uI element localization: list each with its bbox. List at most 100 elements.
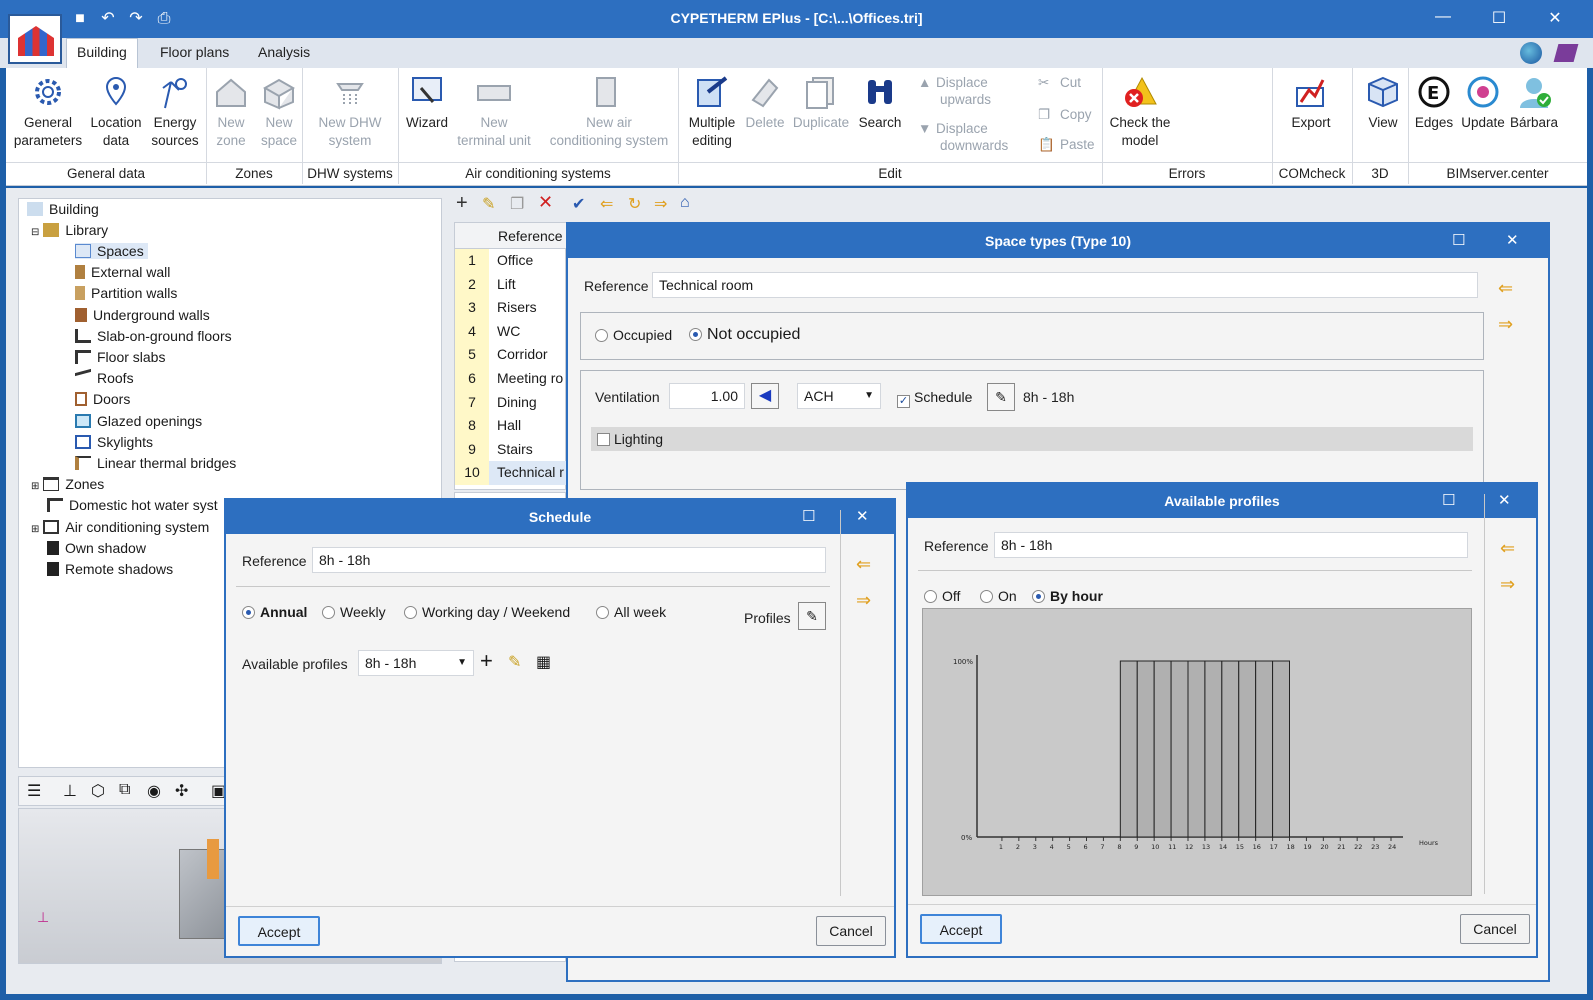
schedule-reference-input[interactable]: 8h - 18h xyxy=(312,547,826,573)
tab-floor-plans[interactable]: Floor plans xyxy=(160,44,229,60)
pin-icon[interactable]: ✔ xyxy=(572,194,585,214)
delete-button[interactable]: Delete xyxy=(740,70,790,132)
view-3d-button[interactable]: View xyxy=(1358,70,1408,132)
tree-library[interactable]: ⊟ Library xyxy=(31,222,108,238)
new-space-button[interactable]: New space xyxy=(256,70,302,150)
export-arrow-icon[interactable]: ⇒ xyxy=(1500,574,1515,595)
tree-item-underground-walls[interactable]: Underground walls xyxy=(75,307,210,323)
axes-icon[interactable]: ⊥ xyxy=(63,781,77,801)
close-icon[interactable]: ✕ xyxy=(1540,8,1570,28)
import-icon[interactable]: ⇐ xyxy=(600,194,613,214)
add-profile-icon[interactable]: + xyxy=(480,648,493,674)
tree-item-thermal-bridges[interactable]: Linear thermal bridges xyxy=(75,455,236,471)
maximize-icon[interactable]: ☐ xyxy=(1452,224,1465,258)
close-icon[interactable]: ✕ xyxy=(1506,224,1519,258)
schedule-checkbox[interactable]: ✓ Schedule xyxy=(897,389,972,408)
weekly-radio[interactable]: Weekly xyxy=(322,604,386,620)
copy-view-icon[interactable]: ⧉ xyxy=(119,781,130,799)
table-row[interactable]: 10 Technical r xyxy=(455,461,567,485)
tree-zones[interactable]: ⊞ Zones xyxy=(31,476,104,492)
import-arrow-icon[interactable]: ⇐ xyxy=(856,554,871,575)
import-arrow-icon[interactable]: ⇐ xyxy=(1500,538,1515,559)
user-account-button[interactable]: Bárbara xyxy=(1506,70,1562,132)
arrow-left-icon[interactable]: ◀ xyxy=(751,383,779,409)
profiles-reference-input[interactable]: 8h - 18h xyxy=(994,532,1468,558)
export-button[interactable]: Export xyxy=(1286,70,1336,132)
edit-profile-icon[interactable]: ✎ xyxy=(508,652,521,672)
layers-icon[interactable]: ☰ xyxy=(27,781,41,801)
undo-icon[interactable]: ↶ xyxy=(94,8,122,28)
new-terminal-unit-button[interactable]: New terminal unit xyxy=(452,70,536,150)
export-list-icon[interactable]: ⇒ xyxy=(654,194,667,214)
unit-select[interactable]: ACH ▼ xyxy=(797,383,881,409)
by-hour-radio[interactable]: By hour xyxy=(1032,588,1103,604)
copy-button[interactable]: ❐ Copy xyxy=(1038,106,1092,123)
available-profiles-select[interactable]: 8h - 18h ▼ xyxy=(358,650,474,676)
lighting-checkbox[interactable]: Lighting xyxy=(597,431,663,447)
redo-icon[interactable]: ↷ xyxy=(122,8,150,28)
occupied-radio[interactable]: Occupied xyxy=(595,327,672,343)
table-row[interactable]: 6 Meeting ro xyxy=(455,367,567,391)
edges-button[interactable]: E Edges xyxy=(1412,70,1456,132)
tree-item-skylights[interactable]: Skylights xyxy=(75,434,153,450)
duplicate-button[interactable]: Duplicate xyxy=(792,70,850,132)
copy-item-icon[interactable]: ❐ xyxy=(510,194,524,214)
globe-icon[interactable] xyxy=(1520,42,1542,64)
tab-building[interactable]: Building xyxy=(66,38,138,68)
eye-icon[interactable]: ◉ xyxy=(147,781,161,801)
off-radio[interactable]: Off xyxy=(924,588,960,604)
location-data-button[interactable]: Location data xyxy=(86,70,146,150)
import-arrow-icon[interactable]: ⇐ xyxy=(1498,278,1513,299)
schedule-edit-icon[interactable]: ✎ xyxy=(987,383,1015,411)
app-logo[interactable] xyxy=(8,14,62,64)
tree-own-shadow[interactable]: Own shadow xyxy=(47,540,146,556)
working-day-radio[interactable]: Working day / Weekend xyxy=(404,604,570,620)
tree-building[interactable]: Building xyxy=(27,201,99,217)
tree-remote-shadows[interactable]: Remote shadows xyxy=(47,561,173,577)
displace-downwards-button[interactable]: ▼ Displace downwards xyxy=(918,120,1008,154)
table-row[interactable]: 3 Risers xyxy=(455,296,567,320)
refresh-icon[interactable]: ↻ xyxy=(628,194,641,214)
tree-item-doors[interactable]: Doors xyxy=(75,391,130,407)
energy-sources-button[interactable]: Energy sources xyxy=(148,70,202,150)
tree-item-external-wall[interactable]: External wall xyxy=(75,264,170,280)
new-air-conditioning-system-button[interactable]: New air conditioning system xyxy=(540,70,678,150)
tree-dhw[interactable]: Domestic hot water syst xyxy=(47,497,218,513)
tree-item-partition-walls[interactable]: Partition walls xyxy=(75,285,177,301)
export-arrow-icon[interactable]: ⇒ xyxy=(1498,314,1513,335)
close-icon[interactable]: ✕ xyxy=(856,500,869,534)
close-icon[interactable]: ✕ xyxy=(1498,484,1511,518)
table-row[interactable]: 9 Stairs xyxy=(455,437,567,462)
maximize-icon[interactable]: ☐ xyxy=(1484,8,1514,28)
save-icon[interactable]: ■ xyxy=(66,10,94,28)
wizard-button[interactable]: Wizard xyxy=(400,70,454,132)
maximize-icon[interactable]: ☐ xyxy=(802,500,815,534)
book-icon[interactable] xyxy=(1553,44,1579,62)
not-occupied-radio[interactable]: Not occupied xyxy=(689,326,800,344)
table-row[interactable]: 4 WC xyxy=(455,319,567,344)
table-row[interactable]: 1 Office xyxy=(455,249,567,273)
reference-input[interactable]: Technical room xyxy=(652,272,1478,298)
new-zone-button[interactable]: New zone xyxy=(208,70,254,150)
annual-radio[interactable]: Annual xyxy=(242,604,307,620)
all-week-radio[interactable]: All week xyxy=(596,604,666,620)
orbit-icon[interactable]: ✣ xyxy=(175,781,188,801)
profiles-accept-button[interactable]: Accept xyxy=(920,914,1002,944)
paste-button[interactable]: 📋 Paste xyxy=(1038,136,1095,153)
delete-icon[interactable]: ✕ xyxy=(538,192,553,213)
table-row[interactable]: 7 Dining xyxy=(455,390,567,415)
search-button[interactable]: Search xyxy=(854,70,906,132)
displace-upwards-button[interactable]: ▲ Displace upwards xyxy=(918,74,991,108)
home-icon[interactable]: ⌂ xyxy=(680,194,690,212)
print-icon[interactable]: ⎙ xyxy=(150,10,178,28)
profiles-cancel-button[interactable]: Cancel xyxy=(1460,914,1530,944)
schedule-cancel-button[interactable]: Cancel xyxy=(816,916,886,946)
tree-air-conditioning[interactable]: ⊞ Air conditioning system xyxy=(31,519,209,535)
tree-item-roofs[interactable]: Roofs xyxy=(75,368,134,388)
schedule-accept-button[interactable]: Accept xyxy=(238,916,320,946)
update-button[interactable]: Update xyxy=(1458,70,1508,132)
tab-analysis[interactable]: Analysis xyxy=(258,44,310,60)
minimize-icon[interactable]: — xyxy=(1428,8,1458,26)
on-radio[interactable]: On xyxy=(980,588,1017,604)
maximize-icon[interactable]: ☐ xyxy=(1442,484,1455,518)
